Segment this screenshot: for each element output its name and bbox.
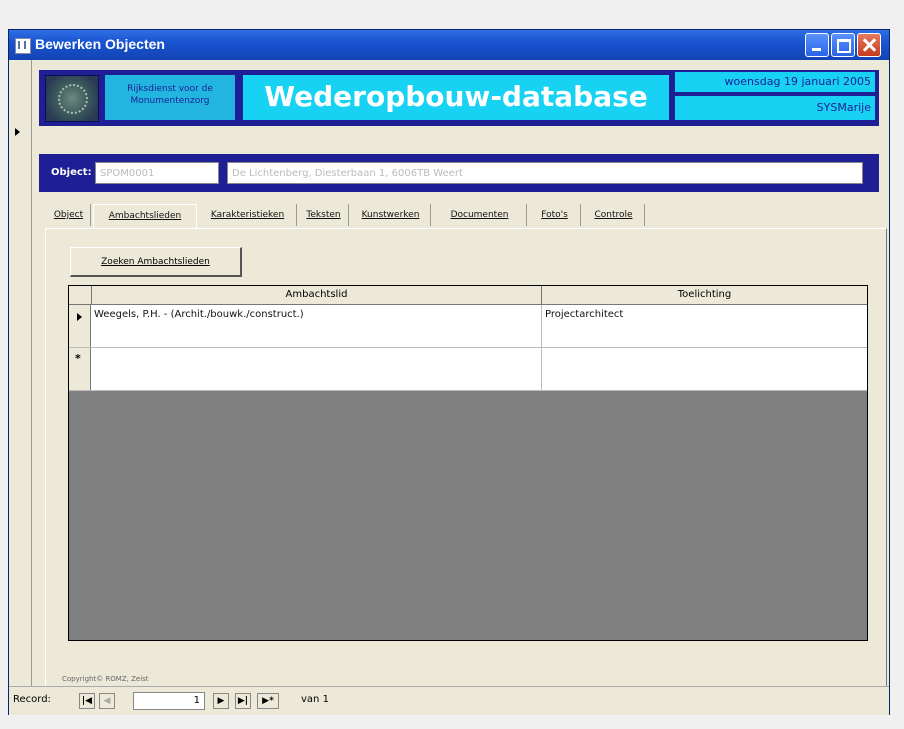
record-label: Record: [13, 694, 51, 705]
last-record-button[interactable]: ▶| [235, 693, 251, 709]
tab-karakteristieken[interactable]: Karakteristieken [199, 204, 297, 226]
tab-fotos[interactable]: Foto's [529, 204, 581, 226]
form-window: Bewerken Objecten Rijksdienst voor de Mo… [8, 29, 890, 715]
header-banner: Rijksdienst voor de Monumentenzorg Weder… [39, 70, 879, 126]
row-selector[interactable] [69, 305, 91, 347]
craftsmen-datasheet: Ambachtslid Toelichting Weegels, P.H. - … [68, 285, 868, 641]
tab-page-ambachtslieden: Zoeken Ambachtslieden Ambachtslid Toelic… [45, 228, 887, 690]
record-number-input[interactable]: 1 [133, 692, 205, 710]
record-selector[interactable] [9, 60, 32, 686]
previous-record-button[interactable]: ◀ [99, 693, 115, 709]
minimize-button[interactable] [805, 33, 829, 57]
object-code-field[interactable]: SPOM0001 [95, 162, 219, 184]
record-navigation-bar: Record: |◀ ◀ 1 ▶ ▶| ▶* van 1 [9, 686, 889, 715]
maximize-button[interactable] [831, 33, 855, 57]
next-record-button[interactable]: ▶ [213, 693, 229, 709]
column-divider [541, 305, 542, 347]
column-header-toelichting[interactable]: Toelichting [541, 286, 867, 304]
form-icon [15, 38, 31, 54]
row-selector[interactable]: * [69, 348, 91, 390]
current-record-arrow-icon [15, 128, 20, 136]
column-divider [541, 348, 542, 390]
cell-ambachtslid[interactable]: Weegels, P.H. - (Archit./bouwk./construc… [94, 309, 304, 320]
new-record-button[interactable]: ▶* [257, 693, 279, 709]
agency-name: Rijksdienst voor de Monumentenzorg [105, 75, 235, 120]
agency-logo [45, 75, 99, 122]
search-craftsmen-button[interactable]: Zoeken Ambachtslieden [70, 247, 242, 277]
user-display: SYSMarije [675, 96, 875, 120]
window-title: Bewerken Objecten [35, 36, 165, 52]
tab-teksten[interactable]: Teksten [299, 204, 349, 226]
new-record-row[interactable]: * [69, 348, 867, 391]
tab-kunstwerken[interactable]: Kunstwerken [351, 204, 431, 226]
object-label: Object: [51, 167, 92, 178]
title-bar[interactable]: Bewerken Objecten [9, 30, 889, 60]
tab-ambachtslieden[interactable]: Ambachtslieden [93, 204, 197, 228]
column-header-ambachtslid[interactable]: Ambachtslid [91, 286, 541, 304]
current-row-arrow-icon [77, 313, 82, 321]
object-description-field[interactable]: De Lichtenberg, Diesterbaan 1, 6006TB We… [227, 162, 863, 184]
app-title: Wederopbouw-database [264, 80, 648, 113]
copyright-text: Copyright© ROMZ, Zeist [62, 675, 149, 683]
date-display: woensdag 19 januari 2005 [675, 72, 875, 92]
first-record-button[interactable]: |◀ [79, 693, 95, 709]
header-corner[interactable] [69, 286, 91, 304]
table-row[interactable]: Weegels, P.H. - (Archit./bouwk./construc… [69, 305, 867, 348]
new-record-icon: * [75, 352, 81, 365]
datasheet-header: Ambachtslid Toelichting [69, 286, 867, 305]
tab-object[interactable]: Object [47, 204, 91, 226]
record-count: van 1 [301, 694, 329, 705]
app-title-box: Wederopbouw-database [243, 75, 669, 120]
tab-documenten[interactable]: Documenten [433, 204, 527, 226]
close-button[interactable] [857, 33, 881, 57]
tab-controle[interactable]: Controle [583, 204, 645, 226]
object-bar: Object: SPOM0001 De Lichtenberg, Diester… [39, 154, 879, 192]
cell-toelichting[interactable]: Projectarchitect [545, 309, 623, 320]
